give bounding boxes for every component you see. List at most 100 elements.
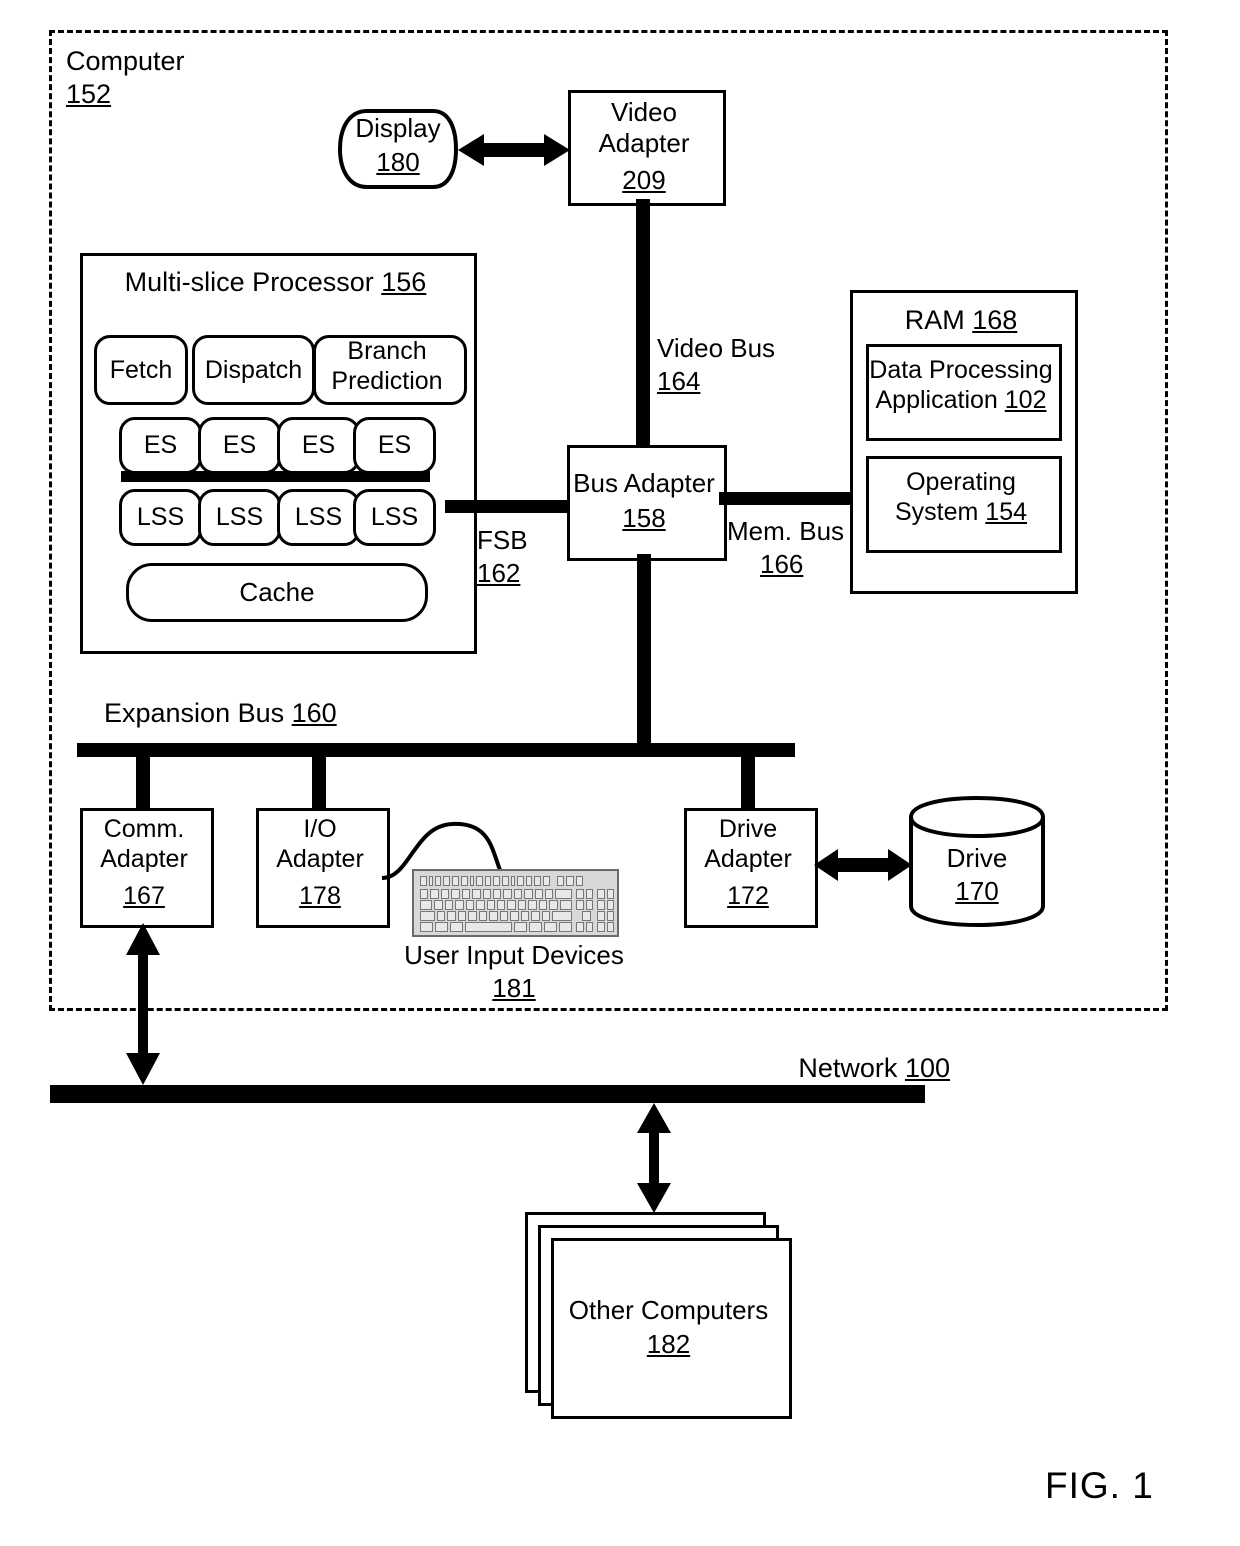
- figure-caption-text: FIG. 1: [1045, 1465, 1154, 1506]
- display-video-arrow: [458, 134, 570, 166]
- expansion-drop-comm: [136, 756, 150, 810]
- network-label: Network 100: [700, 1053, 950, 1085]
- mem-bus-label-text: Mem. Bus: [727, 516, 845, 546]
- os-ref: 154: [985, 497, 1028, 526]
- unit-lss-2: LSS: [198, 489, 281, 546]
- mem-bus-line: [719, 492, 852, 505]
- drive-adapter-label: Drive Adapter: [684, 815, 812, 874]
- drive-ref: 170: [907, 876, 1047, 907]
- unit-es-2: ES: [198, 417, 281, 474]
- expansion-bus-ref-text: 160: [291, 698, 337, 728]
- unit-dispatch: Dispatch: [192, 335, 315, 405]
- video-bus-ref-text: 164: [657, 366, 701, 396]
- network-bus-line: [50, 1085, 925, 1103]
- other-computers-ref: 182: [551, 1329, 786, 1360]
- bus-adapter-label: Bus Adapter: [567, 468, 721, 499]
- os-line2: System: [894, 497, 979, 526]
- network-ref-text: 100: [904, 1053, 950, 1083]
- fsb-ref: 162: [477, 558, 617, 589]
- ram-title-text: RAM: [904, 305, 965, 335]
- bus-adapter-ref: 158: [567, 503, 721, 534]
- unit-es-1-label: ES: [143, 431, 178, 459]
- unit-lss-3: LSS: [277, 489, 360, 546]
- other-computers-label-text: Other Computers: [568, 1295, 769, 1325]
- unit-lss-1: LSS: [119, 489, 202, 546]
- branch-prediction-line2: Prediction: [331, 366, 443, 395]
- unit-lss-3-label: LSS: [294, 503, 343, 531]
- dpa-ref: 102: [1004, 385, 1047, 414]
- drive-adapter-ref: 172: [684, 882, 812, 912]
- comm-adapter-line2: Adapter: [100, 844, 188, 873]
- expansion-drop-io: [312, 756, 326, 810]
- display-ref: 180: [337, 147, 459, 178]
- unit-cache: Cache: [126, 563, 428, 622]
- comm-adapter-ref-text: 167: [123, 882, 165, 910]
- bus-adapter-label-text: Bus Adapter: [573, 468, 715, 498]
- drive-label: Drive: [907, 843, 1047, 874]
- drive-label-text: Drive: [946, 843, 1008, 873]
- mem-bus-ref-text: 166: [760, 549, 804, 579]
- other-computers-label: Other Computers: [551, 1295, 786, 1326]
- bus-adapter-ref-text: 158: [622, 503, 666, 533]
- user-input-devices-ref-text: 181: [492, 973, 536, 1003]
- processor-title-text: Multi-slice Processor: [124, 267, 374, 297]
- data-processing-application-label: Data Processing Application 102: [866, 356, 1056, 415]
- network-other-computers-arrow: [637, 1103, 671, 1213]
- video-bus-label-text: Video Bus: [657, 333, 776, 363]
- video-adapter-ref: 209: [568, 165, 720, 196]
- comm-adapter-label: Comm. Adapter: [80, 815, 208, 874]
- unit-branch-prediction-label: Branch Prediction: [313, 337, 461, 396]
- display-label-text: Display: [355, 113, 441, 143]
- operating-system-label: Operating System 154: [866, 468, 1056, 527]
- io-adapter-line2: Adapter: [276, 844, 364, 873]
- io-adapter-label: I/O Adapter: [256, 815, 384, 874]
- display-label: Display: [337, 113, 459, 144]
- comm-adapter-line1: Comm.: [103, 815, 185, 843]
- unit-es-3-label: ES: [301, 431, 336, 459]
- unit-es-4: ES: [353, 417, 436, 474]
- video-adapter-label: Video Adapter: [568, 97, 720, 158]
- expansion-bus-label: Expansion Bus 160: [104, 698, 434, 730]
- ram-ref-text: 168: [972, 305, 1018, 335]
- unit-fetch: Fetch: [94, 335, 188, 405]
- unit-lss-1-label: LSS: [136, 503, 185, 531]
- io-adapter-line1: I/O: [303, 815, 337, 843]
- io-adapter-ref-text: 178: [299, 882, 341, 910]
- video-bus-label: Video Bus: [657, 333, 837, 364]
- drive-ref-text: 170: [955, 876, 999, 906]
- video-adapter-ref-text: 209: [622, 165, 666, 195]
- unit-es-3: ES: [277, 417, 360, 474]
- unit-cache-label: Cache: [239, 577, 315, 607]
- drive-adapter-line1: Drive: [718, 815, 778, 843]
- display-ref-text: 180: [376, 147, 420, 177]
- unit-lss-4-label: LSS: [370, 503, 419, 531]
- fsb-line: [445, 500, 570, 513]
- dpa-line2: Application: [875, 385, 998, 414]
- other-computers-ref-text: 182: [646, 1329, 691, 1359]
- video-bus-ref: 164: [657, 366, 837, 397]
- computer-label: Computer: [66, 46, 266, 78]
- network-label-text: Network: [798, 1053, 898, 1083]
- bus-adapter-expansion-link: [637, 554, 651, 747]
- processor-ref-text: 156: [381, 267, 427, 297]
- computer-ref: 152: [66, 79, 266, 111]
- fsb-ref-text: 162: [477, 558, 521, 588]
- unit-es-2-label: ES: [222, 431, 257, 459]
- processor-internal-bus: [121, 471, 430, 482]
- unit-lss-2-label: LSS: [215, 503, 264, 531]
- video-adapter-line1: Video: [610, 97, 678, 127]
- io-adapter-ref: 178: [256, 882, 384, 912]
- unit-lss-4: LSS: [353, 489, 436, 546]
- unit-es-4-label: ES: [377, 431, 412, 459]
- comm-adapter-ref: 167: [80, 882, 208, 912]
- expansion-drop-drive: [741, 756, 755, 810]
- expansion-bus-line: [77, 743, 795, 757]
- unit-dispatch-label: Dispatch: [204, 355, 303, 384]
- drive-adapter-drive-arrow: [814, 849, 912, 881]
- expansion-bus-label-text: Expansion Bus: [104, 698, 285, 728]
- computer-ref-text: 152: [66, 79, 112, 109]
- processor-title: Multi-slice Processor 156: [80, 267, 471, 299]
- unit-fetch-label: Fetch: [109, 355, 173, 384]
- computer-label-text: Computer: [66, 46, 185, 76]
- dpa-line1: Data Processing: [869, 356, 1053, 384]
